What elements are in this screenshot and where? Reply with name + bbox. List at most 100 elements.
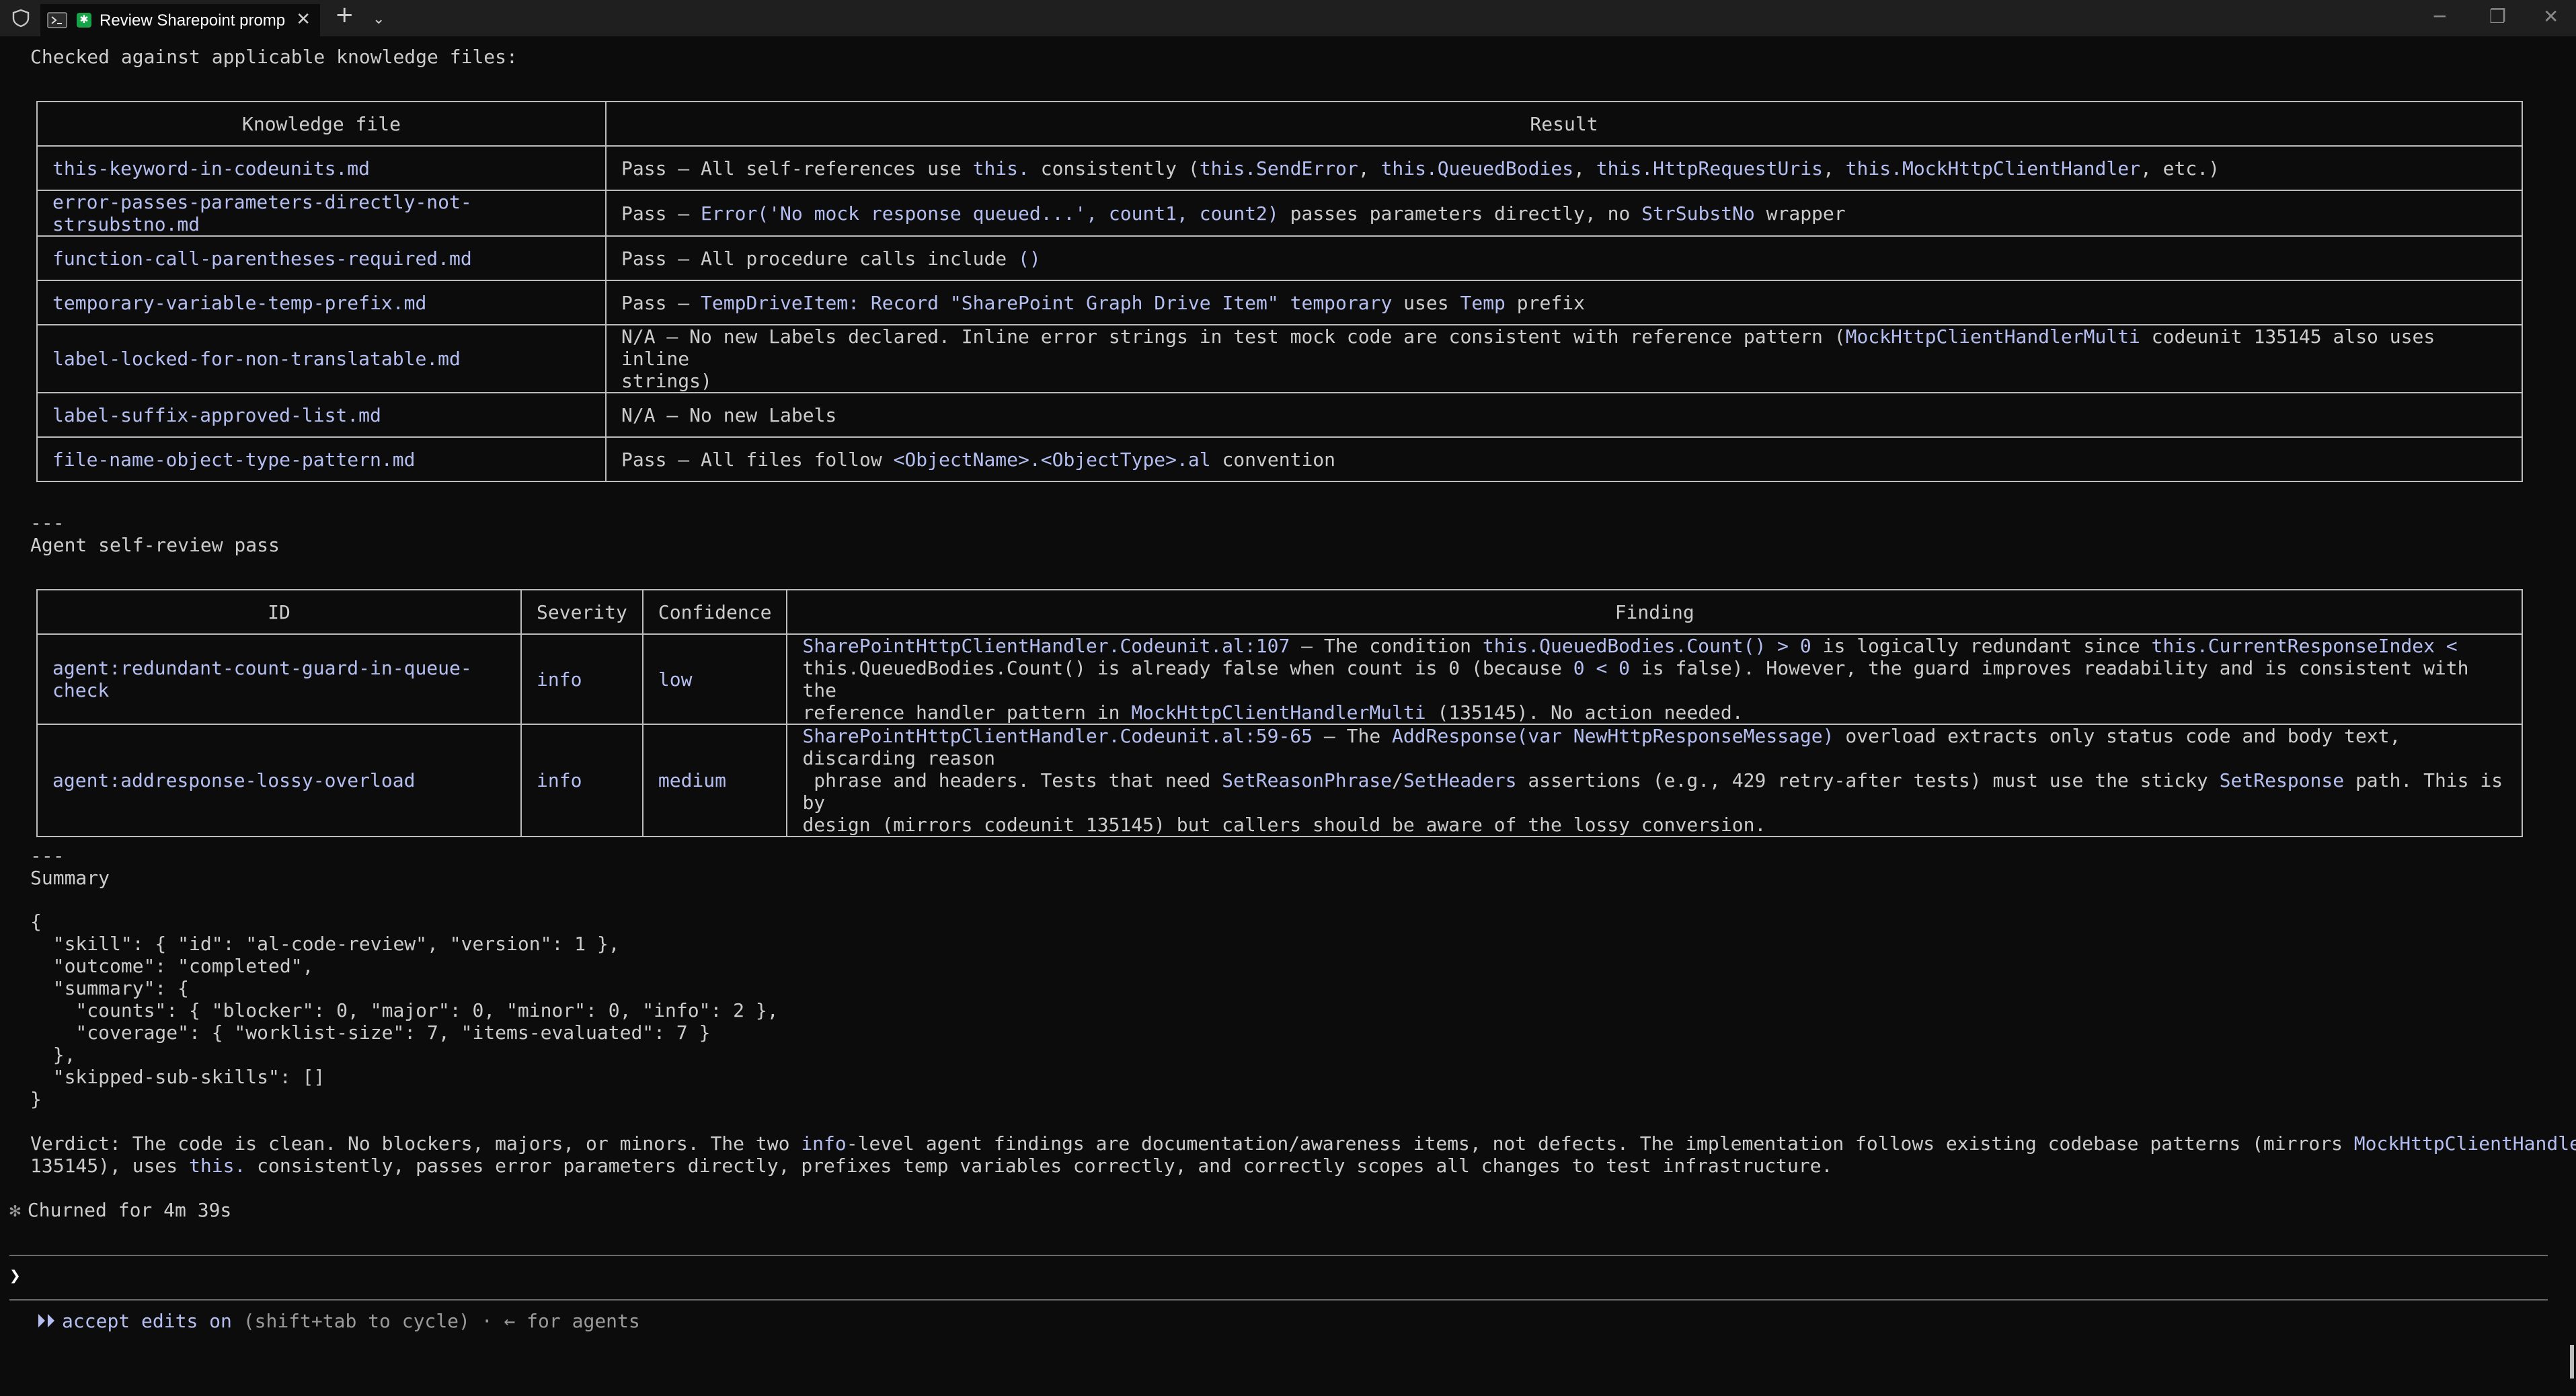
churned-status: ✻ Churned for 4m 39s: [9, 1199, 231, 1221]
code-reference: SharePointHttpClientHandler.Codeunit.al:…: [802, 635, 1290, 657]
knowledge-file-cell: function-call-parentheses-required.md: [36, 235, 607, 281]
tab-dropdown-button[interactable]: ⌄: [373, 8, 385, 30]
table-row: file-name-object-type-pattern.md Pass — A…: [36, 436, 2523, 482]
findings-table: ID Severity Confidence Finding agent:red…: [36, 589, 2523, 837]
code-reference: SetResponse: [2219, 769, 2345, 791]
summary-json-line: "skill": { "id": "al-code-review", "vers…: [30, 933, 620, 955]
code-reference: this.HttpRequestUris: [1596, 157, 1823, 180]
summary-json-line: }: [30, 1088, 42, 1110]
code-reference: this.CurrentResponseIndex <: [2151, 635, 2458, 657]
result-cell: Pass — TempDriveItem: Record "SharePoint…: [605, 280, 2523, 325]
text-segment: (135145). No action needed.: [1426, 701, 1744, 724]
code-reference: SharePointHttpClientHandler.Codeunit.al:…: [802, 725, 1313, 747]
knowledge-file-cell: this-keyword-in-codeunits.md: [36, 145, 607, 191]
result-cell: N/A — No new Labels: [605, 392, 2523, 438]
code-reference: MockHttpClientHandlerMulti: [1131, 701, 1426, 724]
summary-json-line: {: [30, 910, 42, 933]
separator: ---: [30, 845, 65, 867]
close-window-button[interactable]: ✕: [2543, 5, 2559, 28]
table-row: agent:addresponse-lossy-overload info medi…: [36, 724, 2523, 837]
code-reference: AddResponse(var NewHttpResponseMessage): [1392, 725, 1834, 747]
text-segment: /: [1392, 769, 1403, 791]
summary-json-line: "counts": { "blocker": 0, "major": 0, "m…: [30, 999, 779, 1021]
scrollbar-thumb[interactable]: [2570, 1345, 2574, 1379]
minimize-button[interactable]: ─: [2434, 5, 2446, 28]
confidence-cell: low: [641, 633, 788, 725]
text-segment: N/A — No new Labels declared. Inline err…: [621, 325, 1846, 348]
code-reference: SetReasonPhrase: [1222, 769, 1393, 791]
text-segment: ,: [1573, 157, 1596, 180]
text-segment: — The: [1313, 725, 1393, 747]
prompt-input[interactable]: ❯: [9, 1264, 21, 1286]
knowledge-file-cell: label-suffix-approved-list.md: [36, 392, 607, 438]
column-header: Confidence: [641, 589, 788, 635]
result-cell: Pass — All self-references use this. con…: [605, 145, 2523, 191]
text-segment: assertions (e.g., 429 retry-after tests)…: [1516, 769, 2220, 791]
severity-cell: info: [520, 724, 643, 837]
table-row: function-call-parentheses-required.md Pas…: [36, 235, 2523, 281]
column-header: Result: [605, 101, 2523, 147]
intro-line: Checked against applicable knowledge fil…: [30, 46, 518, 68]
code-reference: this.QueuedBodies: [1380, 157, 1574, 180]
finding-id-cell: agent:redundant-count-guard-in-queue-che…: [36, 633, 522, 725]
finding-id-cell: agent:addresponse-lossy-overload: [36, 724, 522, 837]
knowledge-file-cell: error-passes-parameters-directly-not-str…: [36, 190, 607, 237]
text-segment: Pass — All self-references use: [621, 157, 973, 180]
text-segment: passes parameters directly, no: [1278, 202, 1642, 225]
text-segment: consistently, passes error parameters di…: [245, 1155, 1833, 1177]
tab-close-icon[interactable]: ✕: [296, 8, 311, 30]
result-cell: Pass — All files follow <ObjectName>.<Ob…: [605, 436, 2523, 482]
finding-cell: SharePointHttpClientHandler.Codeunit.al:…: [786, 724, 2523, 837]
code-reference: MockHttpClientHandlerMulti: [1845, 325, 2140, 348]
result-cell: Pass — All procedure calls include (): [605, 235, 2523, 281]
prompt-bottom-border: [9, 1299, 2548, 1301]
tab-review-sharepoint[interactable]: ✱ Review Sharepoint promp ✕: [40, 4, 320, 36]
churned-text: Churned for 4m 39s: [27, 1199, 232, 1221]
title-bar: ✱ Review Sharepoint promp ✕ + ⌄ ─ ❐ ✕: [0, 0, 2576, 36]
restore-button[interactable]: ❐: [2489, 5, 2506, 28]
shield-icon: [12, 9, 30, 28]
text-segment: prefix: [1505, 291, 1585, 314]
code-reference: this.: [972, 157, 1029, 180]
table-row: error-passes-parameters-directly-not-str…: [36, 190, 2523, 237]
text-segment: this.QueuedBodies.Count() is already fal…: [802, 657, 1562, 679]
text-segment: Pass — All procedure calls include: [621, 247, 1019, 270]
text-segment: N/A — No new Labels: [621, 403, 837, 426]
accept-edits-mode[interactable]: accept edits on: [55, 1310, 232, 1332]
table-row: agent:redundant-count-guard-in-queue-che…: [36, 633, 2523, 725]
mode-hint: (shift+tab to cycle) · ← for agents: [231, 1310, 640, 1332]
text-segment: consistently (: [1029, 157, 1200, 180]
summary-json-line: "coverage": { "worklist-size": 7, "items…: [30, 1021, 711, 1044]
text-segment: Verdict: The code is clean. No blockers,…: [30, 1132, 802, 1155]
text-segment: convention: [1210, 448, 1336, 471]
code-reference: Temp: [1460, 291, 1506, 314]
knowledge-file-cell: file-name-object-type-pattern.md: [36, 436, 607, 482]
summary-json-line: },: [30, 1044, 76, 1066]
self-review-heading: Agent self-review pass: [30, 534, 280, 556]
summary-heading: Summary: [30, 867, 110, 889]
code-reference: StrSubstNo: [1641, 202, 1755, 225]
code-reference: MockHttpClientHandlerMulti: [2353, 1132, 2576, 1155]
result-cell: N/A — No new Labels declared. Inline err…: [605, 324, 2523, 393]
text-segment: ,: [1822, 157, 1846, 180]
result-cell: Pass — Error('No mock response queued...…: [605, 190, 2523, 237]
knowledge-file-cell: temporary-variable-temp-prefix.md: [36, 280, 607, 325]
table-row: this-keyword-in-codeunits.md Pass — All s…: [36, 145, 2523, 191]
status-bar: ⏵⏵ accept edits on (shift+tab to cycle) ·…: [36, 1310, 640, 1332]
claude-spark-icon: ✱: [77, 13, 91, 28]
tab-title: Review Sharepoint promp: [100, 11, 286, 30]
text-segment: , etc.): [2140, 157, 2220, 180]
code-reference: info: [801, 1132, 847, 1155]
code-reference: this.QueuedBodies.Count() > 0: [1482, 635, 1811, 657]
new-tab-button[interactable]: +: [335, 3, 354, 26]
text-segment: ,: [1358, 157, 1381, 180]
text-segment: -level agent findings are documentation/…: [846, 1132, 2354, 1155]
table-row: label-locked-for-non-translatable.md N/A …: [36, 324, 2523, 393]
summary-json-line: "summary": {: [30, 977, 190, 999]
knowledge-table: Knowledge file Result this-keyword-in-co…: [36, 101, 2523, 482]
knowledge-file-cell: label-locked-for-non-translatable.md: [36, 324, 607, 393]
text-segment: — The condition: [1290, 635, 1483, 657]
code-reference: TempDriveItem: Record "SharePoint Graph …: [701, 291, 1393, 314]
text-segment: Pass —: [621, 202, 701, 225]
column-header: Knowledge file: [36, 101, 607, 147]
